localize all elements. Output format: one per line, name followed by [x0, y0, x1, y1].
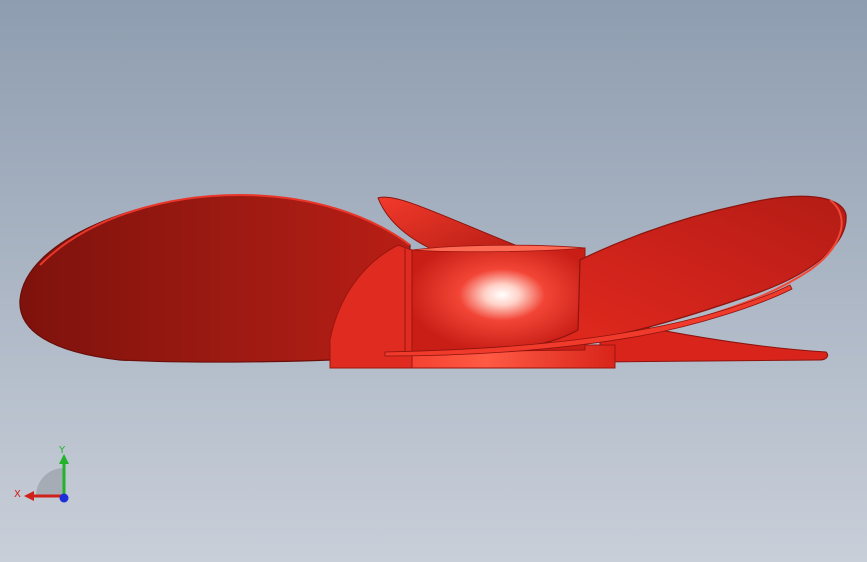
coordinate-triad: Y X: [14, 445, 69, 503]
cad-viewport[interactable]: Y X: [0, 0, 867, 562]
propeller-model[interactable]: [0, 0, 867, 562]
x-axis-label: X: [14, 489, 21, 500]
z-axis: [59, 493, 69, 503]
y-axis-label: Y: [58, 445, 66, 456]
hub-front: [411, 247, 586, 353]
